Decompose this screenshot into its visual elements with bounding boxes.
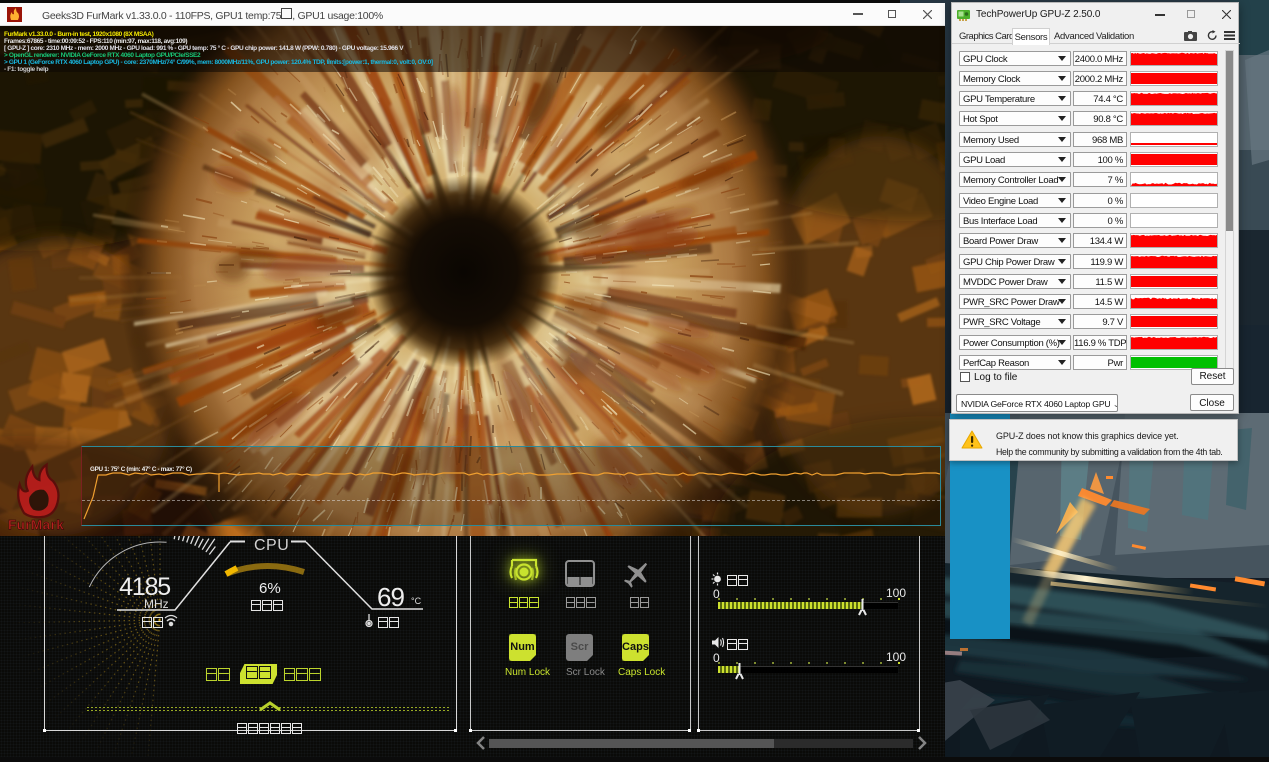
svg-text:FurMark: FurMark (8, 517, 64, 532)
